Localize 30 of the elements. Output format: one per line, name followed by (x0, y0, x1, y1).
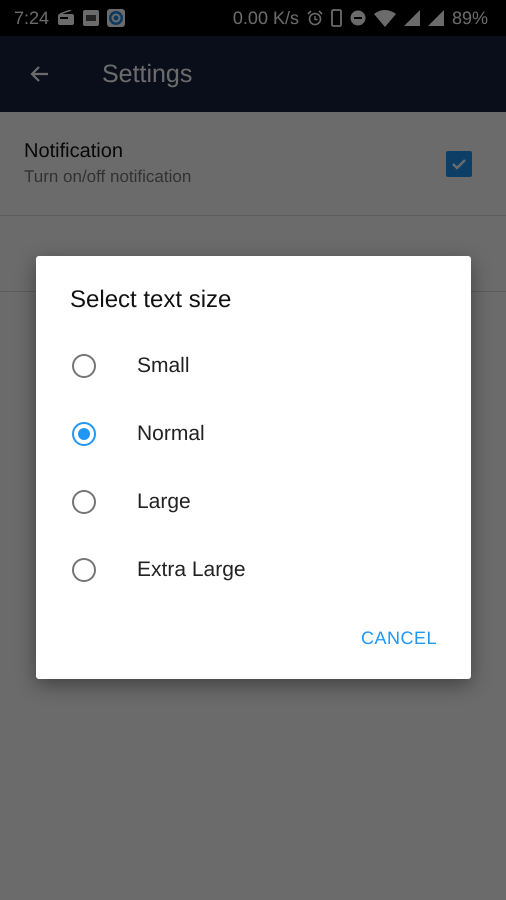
radio-button[interactable] (72, 558, 96, 582)
app-bar-title: Settings (102, 60, 192, 88)
status-time: 7:24 (14, 8, 50, 28)
option-label: Large (137, 490, 191, 514)
radio-button[interactable] (72, 490, 96, 514)
radio-button[interactable] (72, 422, 96, 446)
setting-subtitle: Turn on/off notification (24, 167, 192, 187)
do-not-disturb-icon (350, 10, 366, 26)
network-speed: 0.00 K/s (232, 8, 299, 28)
phone-icon (330, 9, 342, 27)
option-label: Small (137, 354, 190, 378)
radio-icon (57, 10, 76, 26)
signal-icon (404, 10, 420, 26)
radio-button[interactable] (72, 354, 96, 378)
alarm-icon (306, 10, 323, 26)
setting-title: Notification (24, 140, 124, 163)
option-label: Extra Large (137, 558, 246, 582)
radio-option[interactable]: Extra Large (36, 536, 471, 604)
option-label: Normal (137, 422, 205, 446)
signal-icon (428, 10, 444, 26)
dialog-title: Select text size (70, 286, 232, 314)
app-icon (107, 9, 126, 27)
app-icon (83, 10, 100, 26)
checkbox[interactable] (446, 150, 472, 176)
radio-option[interactable]: Small (36, 332, 471, 400)
radio-option[interactable]: Normal (36, 400, 471, 468)
radio-option[interactable]: Large (36, 468, 471, 536)
settings-row[interactable]: Notification Turn on/off notification (0, 112, 506, 216)
wifi-icon (374, 10, 396, 26)
battery-percent: 89% (452, 8, 488, 28)
